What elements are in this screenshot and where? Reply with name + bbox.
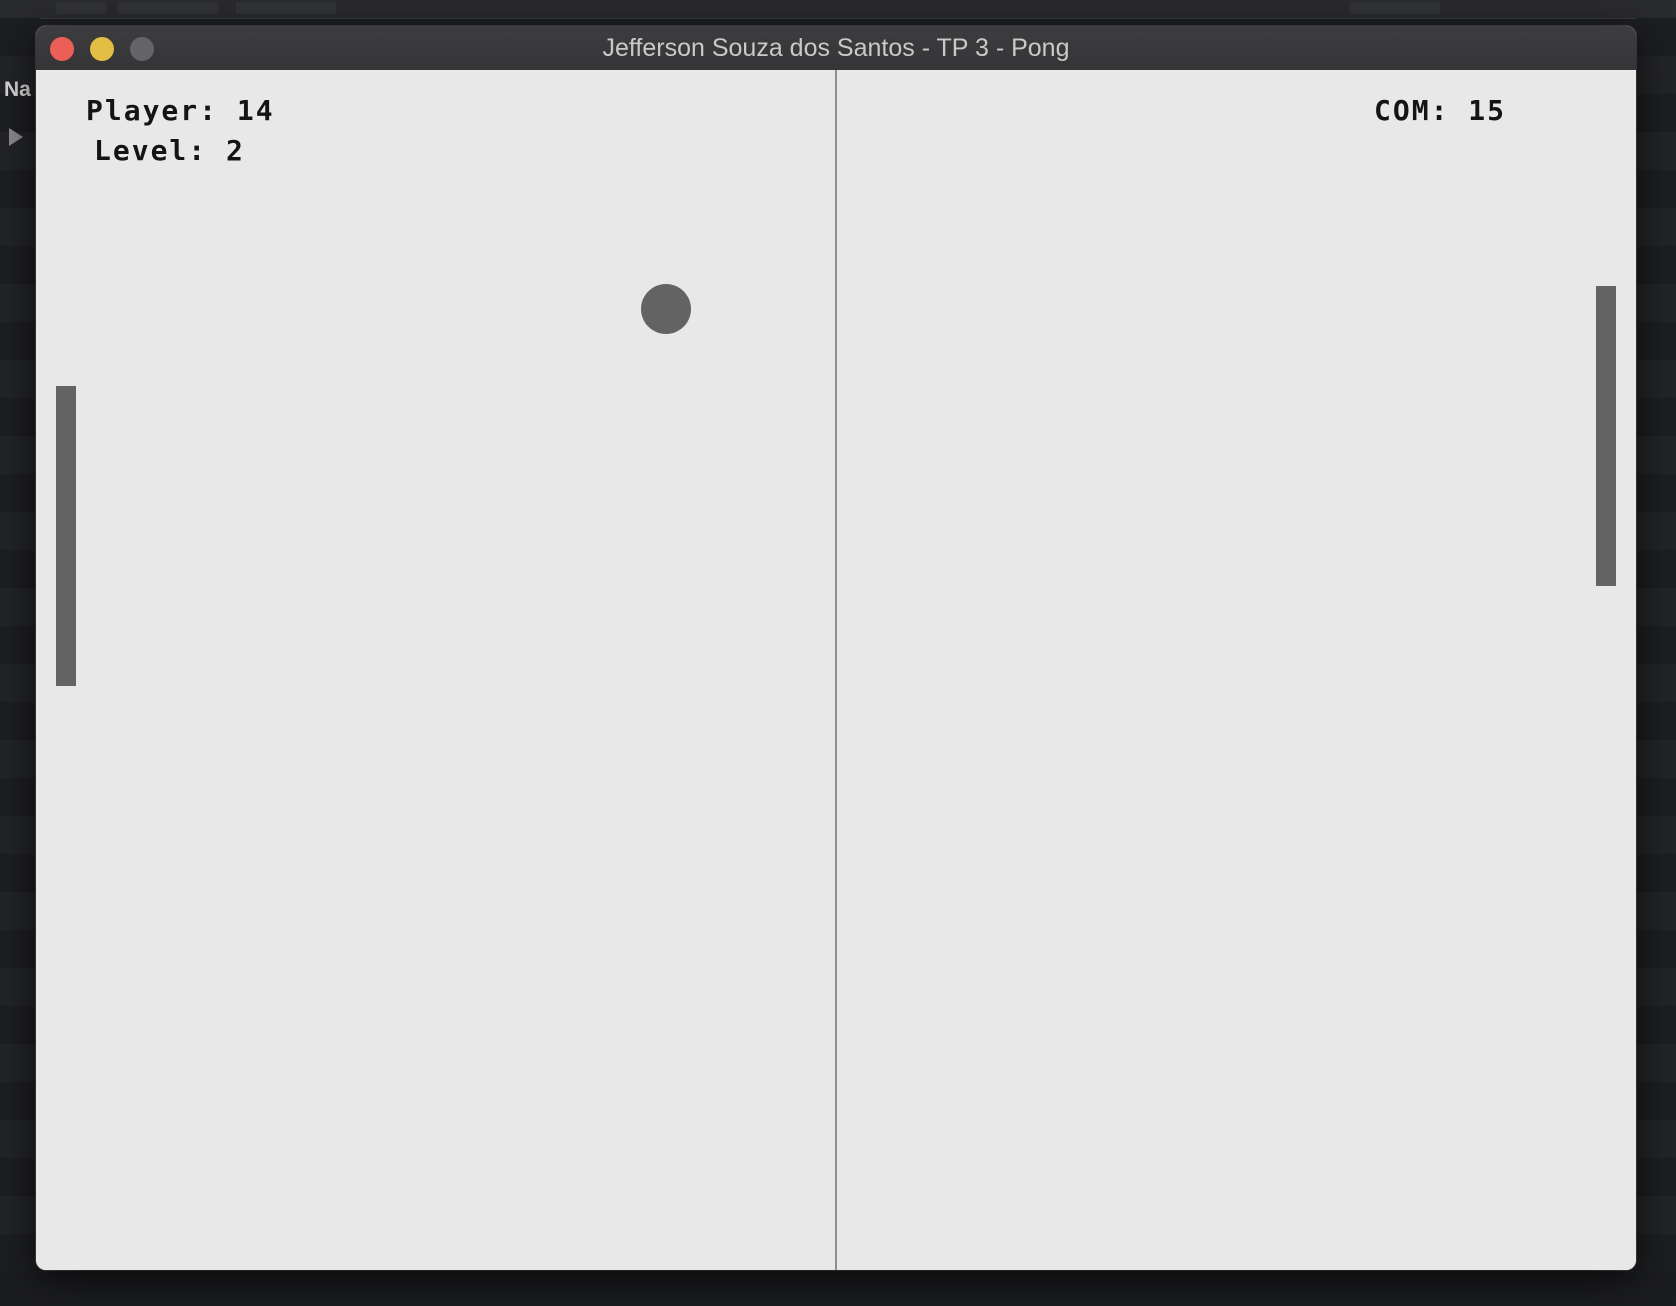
background-tab [118,2,218,14]
background-tab [56,2,106,14]
background-right-panel [1636,18,1676,1306]
background-tab [236,2,336,14]
com-paddle [1596,286,1616,586]
background-left-panel [0,18,40,1306]
play-triangle-icon[interactable] [9,128,23,146]
center-line [835,70,837,1270]
background-nav-label: Na [4,78,31,101]
player-paddle[interactable] [56,386,76,686]
background-bottom [0,1272,1676,1306]
background-tab [1350,2,1440,14]
level-indicator: Level: 2 [94,134,245,167]
window-titlebar[interactable]: Jefferson Souza dos Santos - TP 3 - Pong [36,26,1636,71]
ball [641,284,691,334]
com-score: COM: 15 [1374,94,1507,127]
game-field[interactable]: Player: 14 Level: 2 COM: 15 [36,70,1636,1270]
window-title: Jefferson Souza dos Santos - TP 3 - Pong [602,34,1070,62]
background-top-bar [0,0,1676,19]
player-score: Player: 14 [86,94,275,127]
pong-window: Jefferson Souza dos Santos - TP 3 - Pong… [36,26,1636,1270]
